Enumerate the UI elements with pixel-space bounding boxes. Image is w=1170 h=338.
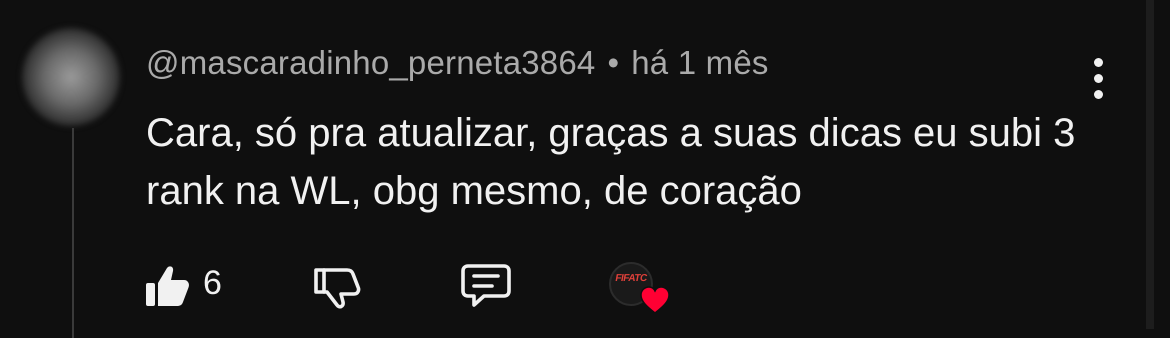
more-icon-dot xyxy=(1094,90,1103,99)
heart-icon xyxy=(640,286,670,314)
comment-header: @mascaradinho_perneta3864 • há 1 mês xyxy=(146,44,769,82)
dislike-button[interactable] xyxy=(313,262,361,310)
author-avatar[interactable] xyxy=(22,28,120,126)
comment-timestamp[interactable]: há 1 mês xyxy=(631,44,768,81)
scrollbar-track[interactable] xyxy=(1146,0,1154,329)
more-icon xyxy=(1094,58,1103,67)
reply-thread-line xyxy=(72,128,74,338)
reply-icon xyxy=(461,264,511,307)
thumbs-up-icon xyxy=(146,266,189,306)
creator-logo: FIFATC xyxy=(614,273,648,284)
reply-button[interactable] xyxy=(460,262,512,310)
thumbs-down-icon xyxy=(314,268,361,309)
comment-text: Cara, só pra atualizar, graças a suas di… xyxy=(146,111,1076,213)
creator-heart-badge[interactable]: FIFATC xyxy=(606,262,672,318)
author-name[interactable]: @mascaradinho_perneta3864 xyxy=(146,44,595,81)
separator-dot: • xyxy=(607,44,620,81)
like-button[interactable] xyxy=(143,262,191,310)
more-options-button[interactable] xyxy=(1086,56,1112,100)
like-count: 6 xyxy=(203,264,222,302)
more-icon-dot xyxy=(1094,74,1103,83)
